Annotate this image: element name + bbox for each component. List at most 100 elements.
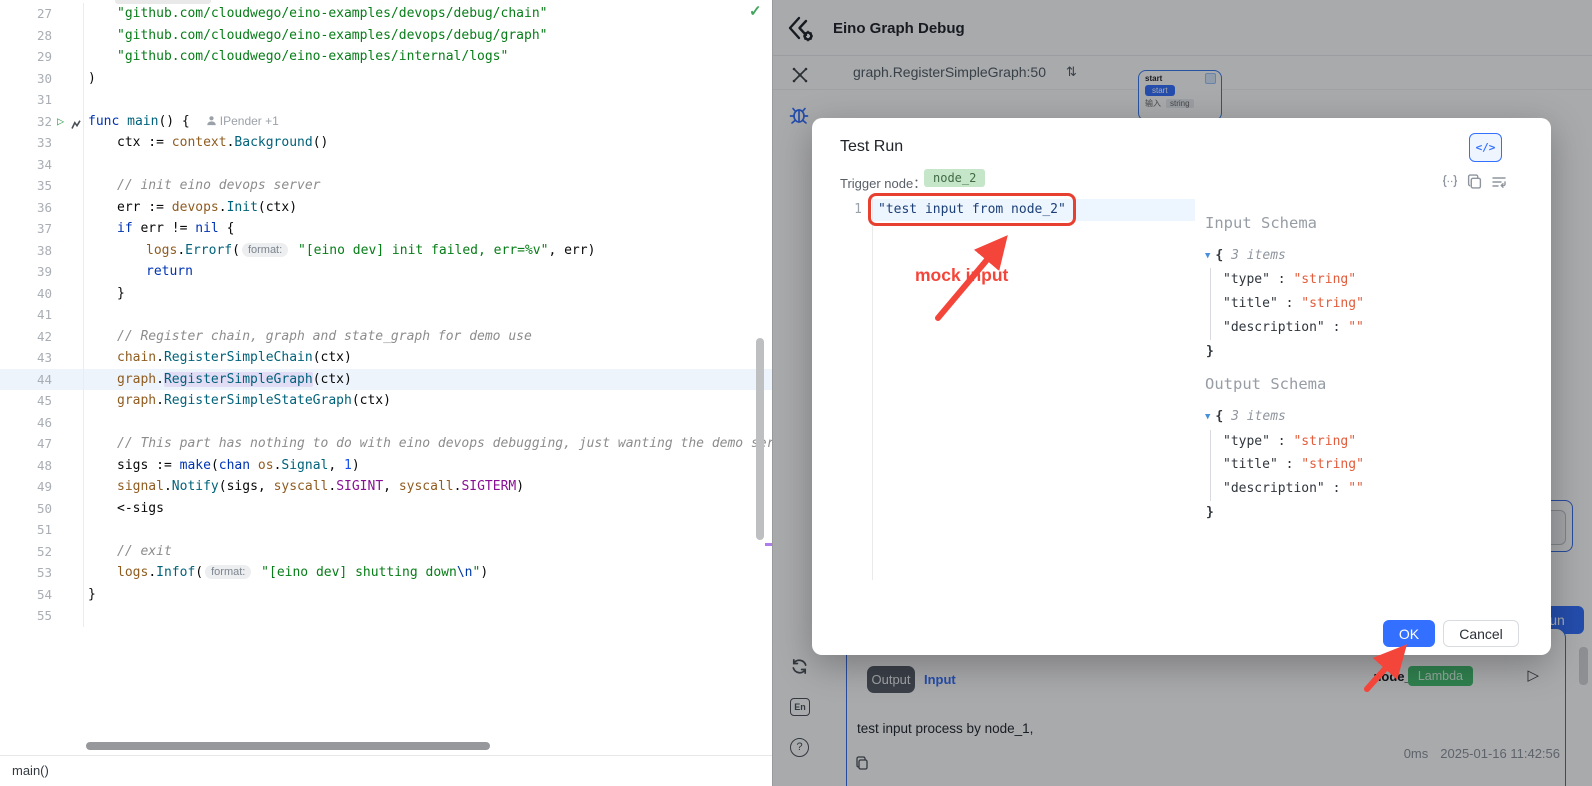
- line-number: 49: [0, 476, 52, 498]
- gutter: 50: [0, 498, 84, 520]
- code-text: sigs := make(chan os.Signal, 1): [84, 455, 772, 477]
- open-brace: {: [1215, 409, 1231, 424]
- schema-title: Output Schema: [1205, 373, 1535, 397]
- code-line[interactable]: 44graph.RegisterSimpleGraph(ctx): [0, 369, 772, 391]
- schema-open-line: ▼{ 3 items: [1205, 405, 1535, 430]
- line-number: 30: [0, 68, 52, 90]
- scrolled-highlight-remnant: [115, 0, 211, 4]
- gutter: 36: [0, 197, 84, 219]
- schema-row: "title" : "string": [1223, 453, 1535, 477]
- gutter: 55: [0, 605, 84, 627]
- code-line[interactable]: 39return: [0, 261, 772, 283]
- braces-format-icon[interactable]: [1442, 174, 1458, 189]
- modal-editor-line-number: 1: [842, 202, 862, 217]
- gutter: 46: [0, 412, 84, 434]
- annotation-highlight-box: [868, 193, 1076, 226]
- gutter: 47: [0, 433, 84, 455]
- code-text: graph.RegisterSimpleStateGraph(ctx): [84, 390, 772, 412]
- code-line[interactable]: 30): [0, 68, 772, 90]
- line-number: 32: [0, 111, 52, 133]
- code-lines: 27"github.com/cloudwego/eino-examples/de…: [0, 3, 772, 627]
- line-number: 35: [0, 175, 52, 197]
- editor-horizontal-scrollbar[interactable]: [86, 742, 490, 750]
- gutter: 28: [0, 25, 84, 47]
- code-line[interactable]: 54}: [0, 584, 772, 606]
- gutter: 40: [0, 283, 84, 305]
- code-line[interactable]: 27"github.com/cloudwego/eino-examples/de…: [0, 3, 772, 25]
- code-text: // init eino devops server: [84, 175, 772, 197]
- schema-row: "type" : "string": [1223, 430, 1535, 454]
- code-view-button[interactable]: </>: [1469, 133, 1502, 162]
- code-line[interactable]: 38logs.Errorf(format: "[eino dev] init f…: [0, 240, 772, 262]
- annotation-label: mock input: [915, 265, 1008, 286]
- code-line[interactable]: 49signal.Notify(sigs, syscall.SIGINT, sy…: [0, 476, 772, 498]
- code-line[interactable]: 32▷func main() {IPender +1: [0, 111, 772, 133]
- code-line[interactable]: 50 <-sigs: [0, 498, 772, 520]
- gutter: 42: [0, 326, 84, 348]
- code-line[interactable]: 29"github.com/cloudwego/eino-examples/in…: [0, 46, 772, 68]
- code-text: logs.Errorf(format: "[eino dev] init fai…: [84, 240, 772, 262]
- line-number: 34: [0, 154, 52, 176]
- wrap-lines-icon[interactable]: [1491, 174, 1507, 189]
- gutter: 33: [0, 132, 84, 154]
- copy-json-icon[interactable]: [1467, 174, 1482, 189]
- code-line[interactable]: 40}: [0, 283, 772, 305]
- code-line[interactable]: 45 graph.RegisterSimpleStateGraph(ctx): [0, 390, 772, 412]
- code-line[interactable]: 47// This part has nothing to do with ei…: [0, 433, 772, 455]
- code-text: // This part has nothing to do with eino…: [84, 433, 772, 455]
- code-line[interactable]: 31: [0, 89, 772, 111]
- author-lens[interactable]: IPender +1: [206, 114, 279, 128]
- schema-value: "string": [1301, 296, 1364, 311]
- code-text: <-sigs: [84, 498, 772, 520]
- code-line[interactable]: 53logs.Infof(format: "[eino dev] shuttin…: [0, 562, 772, 584]
- schema-value: "string": [1293, 434, 1356, 449]
- editor-toolbar-icons: [1442, 174, 1507, 189]
- code-line[interactable]: 52// exit: [0, 541, 772, 563]
- line-number: 45: [0, 390, 52, 412]
- code-line[interactable]: 46: [0, 412, 772, 434]
- ok-button[interactable]: OK: [1383, 620, 1435, 647]
- line-number: 46: [0, 412, 52, 434]
- code-line[interactable]: 34: [0, 154, 772, 176]
- code-line[interactable]: 55: [0, 605, 772, 627]
- code-text: }: [84, 283, 772, 305]
- schema-key: "type": [1223, 434, 1270, 449]
- schema-value: "string": [1293, 272, 1356, 287]
- gutter: 52: [0, 541, 84, 563]
- code-text: "github.com/cloudwego/eino-examples/devo…: [84, 3, 772, 25]
- breadcrumb[interactable]: main(): [12, 763, 49, 778]
- inlay-hint: format:: [205, 565, 251, 579]
- gutter: 38: [0, 240, 84, 262]
- line-number: 29: [0, 46, 52, 68]
- code-line[interactable]: 36err := devops.Init(ctx): [0, 197, 772, 219]
- code-line[interactable]: 35 // init eino devops server: [0, 175, 772, 197]
- error-stripe-mark[interactable]: [765, 543, 772, 546]
- close-brace: }: [1206, 340, 1535, 364]
- line-number: 33: [0, 132, 52, 154]
- cancel-button[interactable]: Cancel: [1443, 620, 1519, 647]
- code-line[interactable]: 51: [0, 519, 772, 541]
- editor-vertical-scrollbar[interactable]: [756, 338, 764, 540]
- schema-key: "description": [1223, 320, 1325, 335]
- code-line[interactable]: 43chain.RegisterSimpleChain(ctx): [0, 347, 772, 369]
- code-line[interactable]: 42// Register chain, graph and state_gra…: [0, 326, 772, 348]
- breadcrumb-bar: main(): [0, 755, 772, 786]
- author-lens-label: IPender +1: [220, 114, 279, 128]
- code-text: if err != nil {: [84, 218, 772, 240]
- line-number: 36: [0, 197, 52, 219]
- collapse-caret-icon[interactable]: ▼: [1205, 412, 1210, 422]
- run-icon[interactable]: ▷: [57, 111, 64, 133]
- code-editor[interactable]: 27"github.com/cloudwego/eino-examples/de…: [0, 0, 772, 786]
- code-line[interactable]: 41: [0, 304, 772, 326]
- schema-panel: Input Schema▼{ 3 items"type" : "string""…: [1205, 202, 1535, 524]
- code-line[interactable]: 48sigs := make(chan os.Signal, 1): [0, 455, 772, 477]
- close-brace: }: [1206, 501, 1535, 525]
- inspection-ok-icon: ✓: [749, 2, 762, 20]
- schema-open-line: ▼{ 3 items: [1205, 244, 1535, 269]
- line-number: 50: [0, 498, 52, 520]
- code-line[interactable]: 33ctx := context.Background(): [0, 132, 772, 154]
- gutter: 53: [0, 562, 84, 584]
- code-line[interactable]: 37if err != nil {: [0, 218, 772, 240]
- code-line[interactable]: 28"github.com/cloudwego/eino-examples/de…: [0, 25, 772, 47]
- collapse-caret-icon[interactable]: ▼: [1205, 251, 1210, 261]
